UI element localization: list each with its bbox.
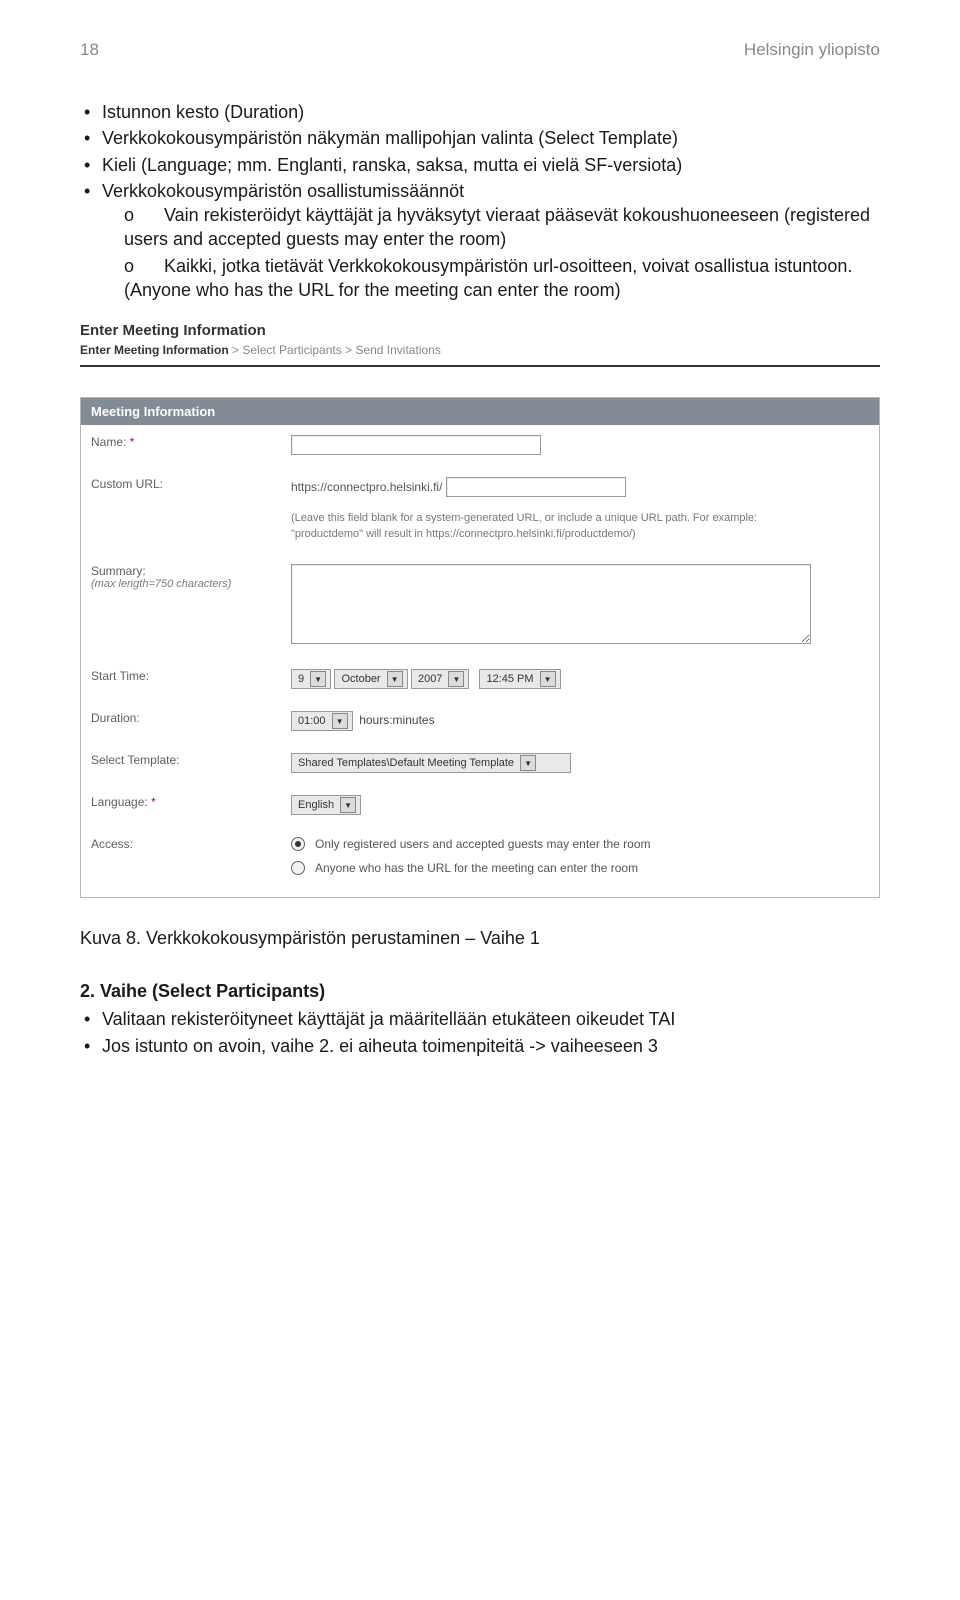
access-label: Access: <box>91 837 291 851</box>
sub-list: oVain rekisteröidyt käyttäjät ja hyväksy… <box>102 203 880 302</box>
breadcrumb-sep: > <box>342 343 356 357</box>
meeting-info-panel: Meeting Information Name: * Custom URL: … <box>80 397 880 898</box>
chevron-down-icon: ▼ <box>540 671 556 687</box>
chevron-down-icon: ▼ <box>520 755 536 771</box>
language-select[interactable]: English▼ <box>291 795 361 815</box>
access-radio-registered[interactable] <box>291 837 305 851</box>
list-item: Verkkokokousympäristön osallistumissäänn… <box>80 179 880 302</box>
language-label: Language: * <box>91 795 291 809</box>
chevron-down-icon: ▼ <box>448 671 464 687</box>
url-prefix: https://connectpro.helsinki.fi/ <box>291 480 442 494</box>
start-year-select[interactable]: 2007▼ <box>411 669 469 689</box>
sub-text: Kaikki, jotka tietävät Verkkokokousympär… <box>124 256 852 300</box>
list-item: Kieli (Language; mm. Englanti, ranska, s… <box>80 153 880 177</box>
top-bullet-list: Istunnon kesto (Duration) Verkkokokousym… <box>80 100 880 302</box>
doc-title: Helsingin yliopisto <box>744 40 880 60</box>
required-marker: * <box>151 795 156 809</box>
access-option-label: Only registered users and accepted guest… <box>315 837 651 851</box>
list-item: Jos istunto on avoin, vaihe 2. ei aiheut… <box>80 1034 880 1058</box>
embedded-screenshot: Enter Meeting Information Enter Meeting … <box>80 322 880 898</box>
required-marker: * <box>130 435 135 449</box>
customurl-hint: (Leave this field blank for a system-gen… <box>291 511 771 542</box>
list-item: Verkkokokousympäristön näkymän mallipohj… <box>80 126 880 150</box>
breadcrumb-step: Select Participants <box>242 343 341 357</box>
panel-header: Meeting Information <box>81 398 879 425</box>
sub-marker: o <box>124 203 164 227</box>
page-number: 18 <box>80 40 99 60</box>
breadcrumb-step-active: Enter Meeting Information <box>80 343 229 357</box>
duration-label: Duration: <box>91 711 291 725</box>
step2-bullet-list: Valitaan rekisteröityneet käyttäjät ja m… <box>80 1007 880 1058</box>
list-item: oKaikki, jotka tietävät Verkkokokousympä… <box>124 254 880 303</box>
access-option-label: Anyone who has the URL for the meeting c… <box>315 861 638 875</box>
template-select[interactable]: Shared Templates\Default Meeting Templat… <box>291 753 571 773</box>
start-month-select[interactable]: October▼ <box>334 669 407 689</box>
chevron-down-icon: ▼ <box>332 713 348 729</box>
name-label: Name: * <box>91 435 291 449</box>
list-item: oVain rekisteröidyt käyttäjät ja hyväksy… <box>124 203 880 252</box>
breadcrumb: Enter Meeting Information > Select Parti… <box>80 343 880 357</box>
duration-suffix: hours:minutes <box>359 713 434 727</box>
template-label: Select Template: <box>91 753 291 767</box>
name-input[interactable] <box>291 435 541 455</box>
list-item: Valitaan rekisteröityneet käyttäjät ja m… <box>80 1007 880 1031</box>
customurl-input[interactable] <box>446 477 626 497</box>
breadcrumb-sep: > <box>229 343 243 357</box>
form-title: Enter Meeting Information <box>80 322 880 339</box>
start-time-select[interactable]: 12:45 PM▼ <box>479 669 560 689</box>
step2-title: 2. Vaihe (Select Participants) <box>80 979 880 1003</box>
list-item: Istunnon kesto (Duration) <box>80 100 880 124</box>
start-day-select[interactable]: 9▼ <box>291 669 331 689</box>
access-radio-anyone[interactable] <box>291 861 305 875</box>
sub-text: Vain rekisteröidyt käyttäjät ja hyväksyt… <box>124 205 870 249</box>
sub-marker: o <box>124 254 164 278</box>
figure-caption: Kuva 8. Verkkokokousympäristön perustami… <box>80 928 880 949</box>
chevron-down-icon: ▼ <box>340 797 356 813</box>
list-item-label: Verkkokokousympäristön osallistumissäänn… <box>102 181 464 201</box>
duration-select[interactable]: 01:00▼ <box>291 711 353 731</box>
chevron-down-icon: ▼ <box>387 671 403 687</box>
start-label: Start Time: <box>91 669 291 683</box>
summary-input[interactable] <box>291 564 811 644</box>
chevron-down-icon: ▼ <box>310 671 326 687</box>
summary-sublabel: (max length=750 characters) <box>91 578 291 590</box>
breadcrumb-step: Send Invitations <box>355 343 440 357</box>
customurl-label: Custom URL: <box>91 477 291 491</box>
summary-label: Summary: (max length=750 characters) <box>91 564 291 590</box>
